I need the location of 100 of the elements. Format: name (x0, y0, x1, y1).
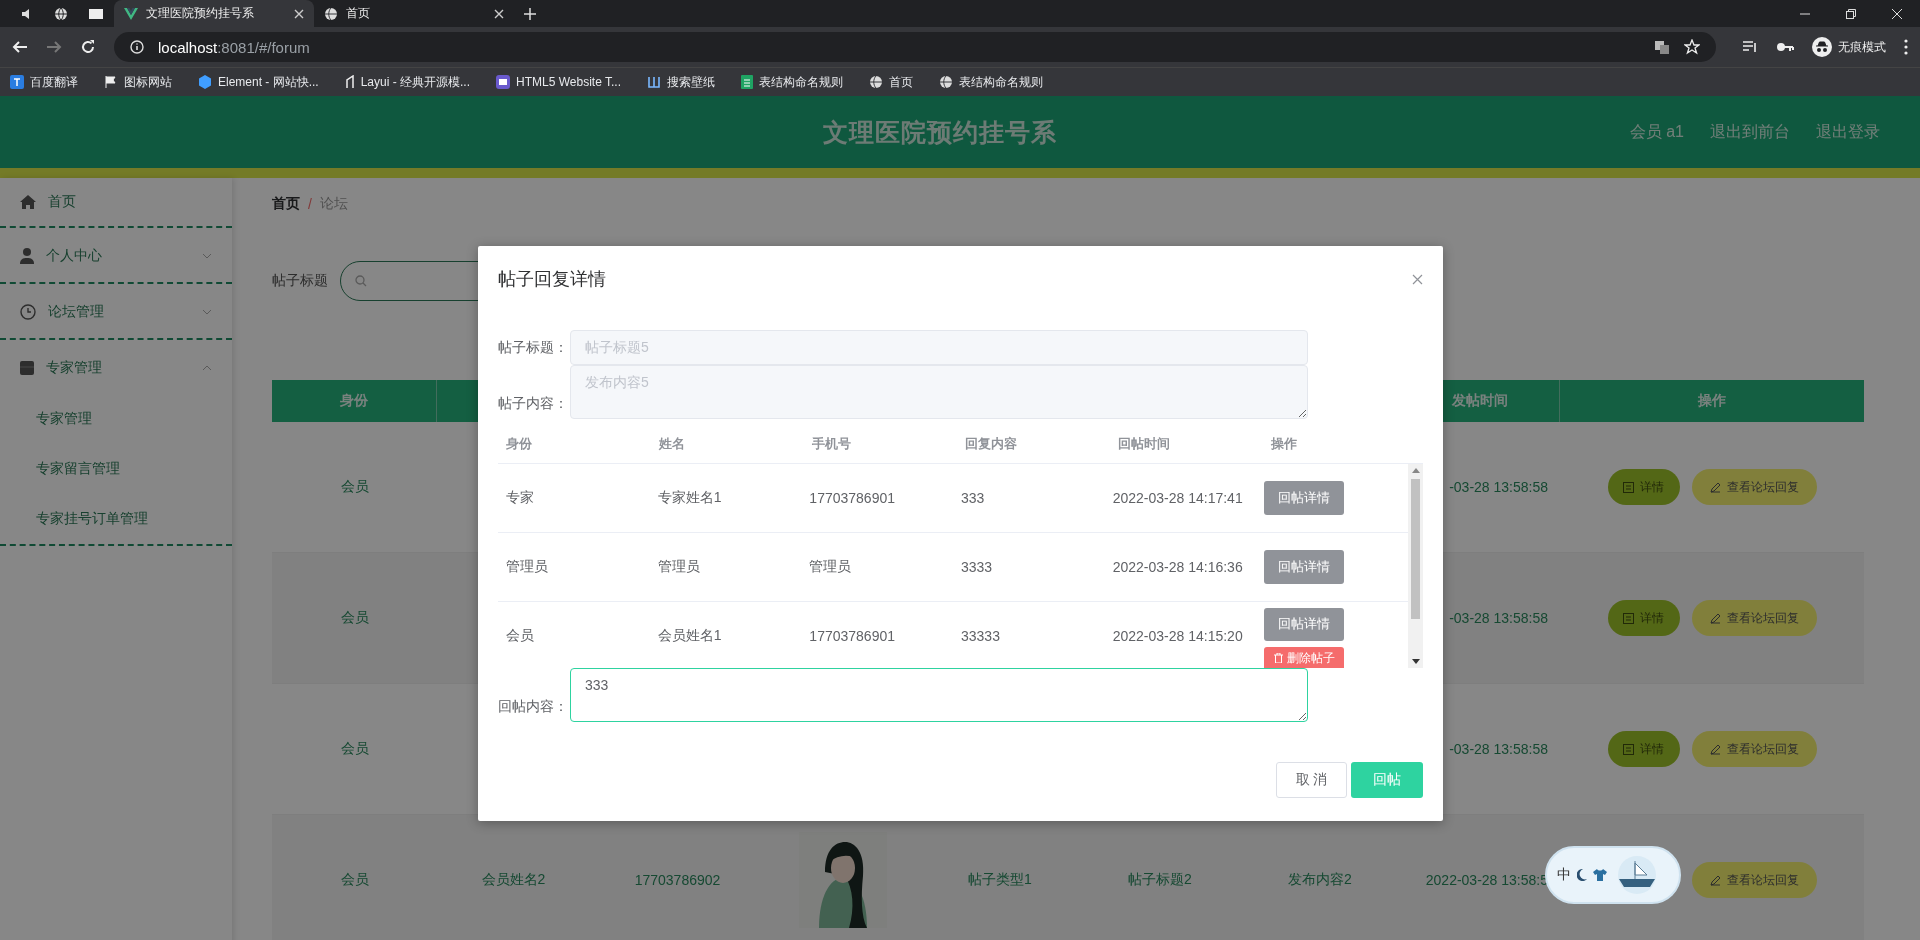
bookmark[interactable]: 表结构命名规则 (741, 73, 843, 91)
scrollbar[interactable] (1408, 464, 1423, 668)
home-icon (20, 195, 36, 209)
bookmark[interactable]: 搜索壁纸 (647, 73, 715, 91)
table-cell: 管理员 (657, 558, 700, 576)
address-bar[interactable]: localhost:8081/#/forum (114, 32, 1716, 62)
window-icon[interactable] (88, 7, 104, 20)
detail-button[interactable]: 详情 (1607, 469, 1680, 505)
field-label: 帖子内容： (498, 395, 569, 413)
chevron-icon (202, 365, 212, 371)
column-header: 身份 (340, 392, 368, 410)
bookmark[interactable]: 表结构命名规则 (939, 73, 1043, 91)
table-cell: 管理员 (809, 558, 852, 576)
browser-tab[interactable]: 首页 (314, 0, 514, 27)
table-cell: 帖子类型1 (968, 871, 1032, 889)
pencil-icon (1709, 481, 1721, 493)
table-cell: 会员 (340, 478, 369, 496)
url-text: localhost:8081/#/forum (158, 38, 310, 56)
close-icon[interactable] (494, 8, 504, 19)
bookmark[interactable]: HTML5 Website T... (496, 75, 621, 89)
bookmark[interactable]: Element - 网站快... (198, 73, 319, 91)
new-tab-icon[interactable] (524, 7, 536, 20)
detail-button[interactable]: 详情 (1607, 600, 1680, 636)
view-replies-button[interactable]: 查看论坛回复 (1691, 600, 1817, 636)
bookmark[interactable]: 首页 (869, 73, 913, 91)
leaf-icon (344, 75, 355, 89)
table-cell: 会员 (340, 740, 369, 758)
reply-detail-button[interactable]: 回帖详情 (1264, 550, 1345, 584)
view-replies-button[interactable]: 查看论坛回复 (1691, 469, 1817, 505)
bookmark[interactable]: 图标网站 (104, 73, 172, 91)
table-cell: 333 (961, 490, 985, 506)
cancel-button[interactable]: 取 消 (1276, 762, 1347, 798)
app-icon (496, 75, 511, 89)
star-icon[interactable] (1684, 39, 1700, 55)
incognito-icon (1812, 37, 1832, 57)
v-logo-icon (124, 7, 138, 20)
breadcrumb-separator: / (308, 196, 312, 212)
sidebar-item[interactable]: 个人中心 (0, 230, 232, 282)
reload-icon[interactable] (80, 39, 96, 55)
sidebar-subitem[interactable]: 专家管理 (0, 394, 232, 444)
document-icon (1623, 481, 1634, 493)
table-cell: 管理员 (506, 558, 548, 576)
table-cell: 帖子标题2 (1128, 871, 1192, 889)
sidebar-item[interactable]: 专家管理 (0, 342, 232, 394)
bookmark[interactable]: 百度翻译 (10, 73, 78, 91)
reading-list-icon[interactable] (1742, 39, 1758, 55)
key-icon[interactable] (1776, 41, 1794, 53)
delete-button[interactable]: 删除帖子 (1264, 646, 1345, 668)
scroll-down-icon[interactable] (1411, 659, 1420, 664)
chevron-icon (202, 253, 212, 259)
translate-icon[interactable] (1654, 39, 1670, 55)
table-cell: -03-28 13:58:58 (1449, 741, 1548, 757)
column-header: 身份 (506, 435, 532, 453)
globe-icon[interactable] (54, 6, 68, 21)
flag-icon (104, 75, 118, 89)
detail-button[interactable]: 详情 (1607, 731, 1680, 767)
reply-detail-button[interactable]: 回帖详情 (1264, 608, 1345, 641)
bookmark[interactable]: Layui - 经典开源模... (344, 73, 471, 91)
column-header: 姓名 (659, 435, 685, 453)
sidebar-subitem[interactable]: 专家挂号订单管理 (0, 494, 232, 544)
incognito-button[interactable]: 无痕模式 (1812, 37, 1886, 57)
column-header: 发帖时间 (1451, 392, 1508, 410)
header-link[interactable]: 会员 a1 (1629, 121, 1684, 143)
ime-toolbar[interactable]: 中 (1545, 846, 1681, 904)
moon-icon (1577, 869, 1587, 881)
table-cell: 发布内容2 (1288, 871, 1352, 889)
reply-field[interactable]: 333 (570, 668, 1308, 722)
close-icon[interactable] (294, 8, 304, 19)
tab-title: 首页 (346, 5, 371, 22)
back-icon[interactable] (12, 39, 28, 55)
sidebar-item[interactable]: 首页 (0, 178, 232, 226)
hexagon-icon (198, 75, 212, 89)
globe-icon (324, 6, 338, 21)
table-cell: 会员 (340, 609, 369, 627)
header-link[interactable]: 退出登录 (1816, 121, 1880, 143)
view-replies-button[interactable]: 查看论坛回复 (1691, 731, 1817, 767)
column-header: 回帖时间 (1118, 435, 1170, 453)
globe-icon (939, 75, 953, 89)
header-link[interactable]: 退出到前台 (1710, 121, 1790, 143)
table-cell: -03-28 13:58:58 (1449, 610, 1548, 626)
table-cell: -03-28 13:58:58 (1449, 479, 1548, 495)
scroll-up-icon[interactable] (1411, 468, 1420, 473)
table-cell-text: 2022-03-28 14:17:41 (1112, 489, 1244, 508)
document-icon (1623, 743, 1634, 755)
reply-detail-button[interactable]: 回帖详情 (1264, 481, 1345, 515)
sidebar-item[interactable]: 论坛管理 (0, 286, 232, 338)
document-icon (1623, 612, 1634, 624)
forward-icon[interactable] (46, 39, 62, 55)
reply-button[interactable]: 回帖 (1351, 762, 1423, 798)
field-label: 帖子标题： (498, 338, 569, 357)
restore-icon[interactable] (1846, 8, 1856, 19)
table-cell: 会员姓名1 (657, 627, 722, 645)
search-icon (355, 275, 367, 287)
menu-icon[interactable] (1904, 39, 1908, 55)
sidebar-subitem[interactable]: 专家留言管理 (0, 444, 232, 494)
view-replies-button[interactable]: 查看论坛回复 (1691, 862, 1817, 898)
table-cell: 17703786901 (809, 490, 895, 506)
table-cell-text: 2022-03-28 14:15:20 (1112, 627, 1244, 646)
breadcrumb-link[interactable]: 首页 (272, 195, 300, 213)
browser-tab[interactable]: 文理医院预约挂号系 (114, 0, 314, 27)
